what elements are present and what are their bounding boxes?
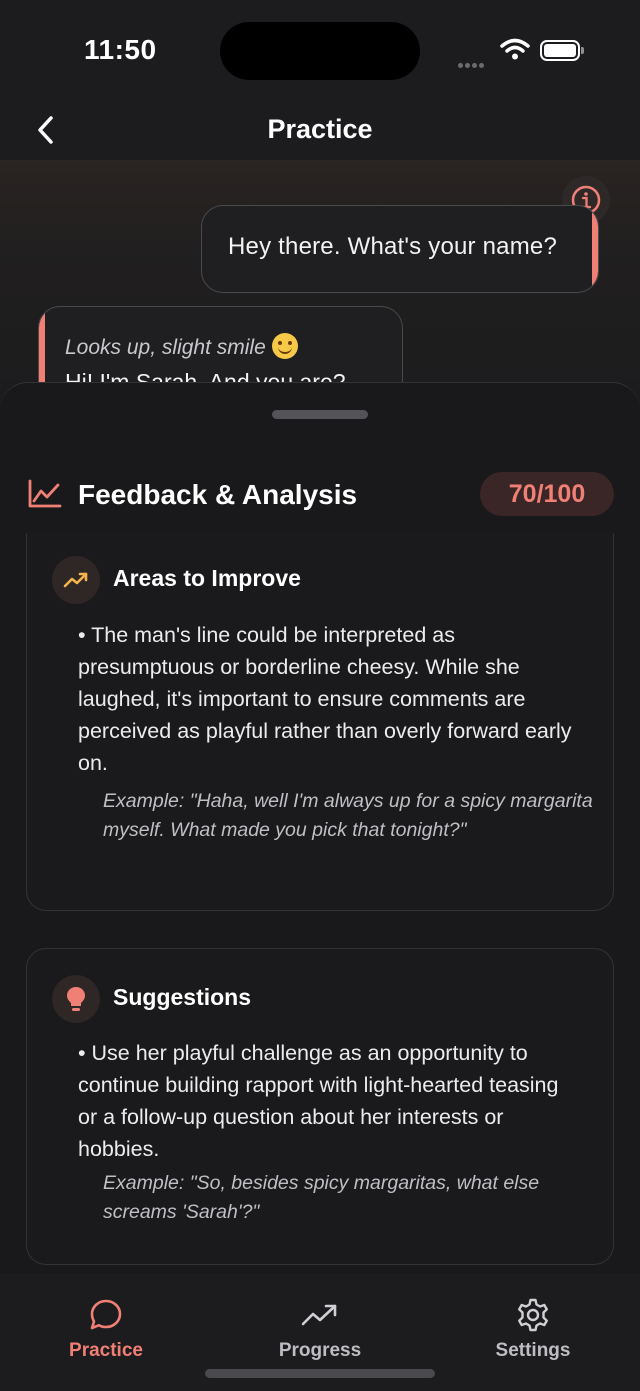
feedback-title: Feedback & Analysis: [78, 479, 358, 510]
tab-practice[interactable]: Practice: [36, 1295, 176, 1362]
message-accent-bar: [592, 206, 598, 292]
lightbulb-icon: [52, 975, 100, 1023]
feedback-sheet[interactable]: Feedback & Analysis 70/100 Areas to Impr…: [0, 382, 640, 1273]
feedback-header: Feedback & Analysis 70/100: [0, 471, 640, 519]
user-message-text: Hey there. What's your name?: [228, 233, 557, 260]
status-bar: 11:50: [0, 0, 640, 100]
user-message-bubble: Hey there. What's your name?: [201, 205, 599, 293]
chat-area[interactable]: Hey there. What's your name? Looks up, s…: [0, 160, 640, 400]
card-title: Areas to Improve: [113, 565, 301, 591]
chat-bubble-icon: [36, 1295, 176, 1335]
card-body-text: • The man's line could be interpreted as…: [78, 623, 572, 775]
card-example-text: Example: "So, besides spicy margaritas, …: [103, 1172, 540, 1223]
sheet-grabber[interactable]: [272, 410, 368, 419]
nav-bar: Practice: [0, 100, 640, 160]
page-title: Practice: [267, 114, 373, 144]
status-time: 11:50: [84, 34, 157, 65]
card-title: Suggestions: [113, 984, 252, 1010]
card-example-text: Example: "Haha, well I'm always up for a…: [103, 790, 593, 841]
ai-action-text: Looks up, slight smile: [65, 333, 298, 360]
suggestions-card: Suggestions • Use her playful challenge …: [26, 948, 614, 1265]
tab-settings[interactable]: Settings: [463, 1295, 603, 1362]
trend-icon: [250, 1295, 390, 1335]
card-body-text: • Use her playful challenge as an opport…: [78, 1041, 559, 1161]
trend-up-icon: [52, 556, 100, 604]
cellular-signal-icon: [458, 55, 486, 73]
tab-progress[interactable]: Progress: [250, 1295, 390, 1362]
gear-icon: [463, 1295, 603, 1335]
battery-icon: [540, 40, 584, 61]
score-badge: 70/100: [480, 472, 614, 516]
smile-emoji-icon: [271, 333, 298, 359]
areas-to-improve-card: Areas to Improve • The man's line could …: [26, 533, 614, 911]
dynamic-island: [220, 22, 420, 80]
line-chart-icon: [28, 479, 62, 514]
tab-bar: Practice Progress Settings: [0, 1273, 640, 1391]
wifi-icon: [500, 38, 530, 65]
home-indicator: [205, 1369, 435, 1378]
